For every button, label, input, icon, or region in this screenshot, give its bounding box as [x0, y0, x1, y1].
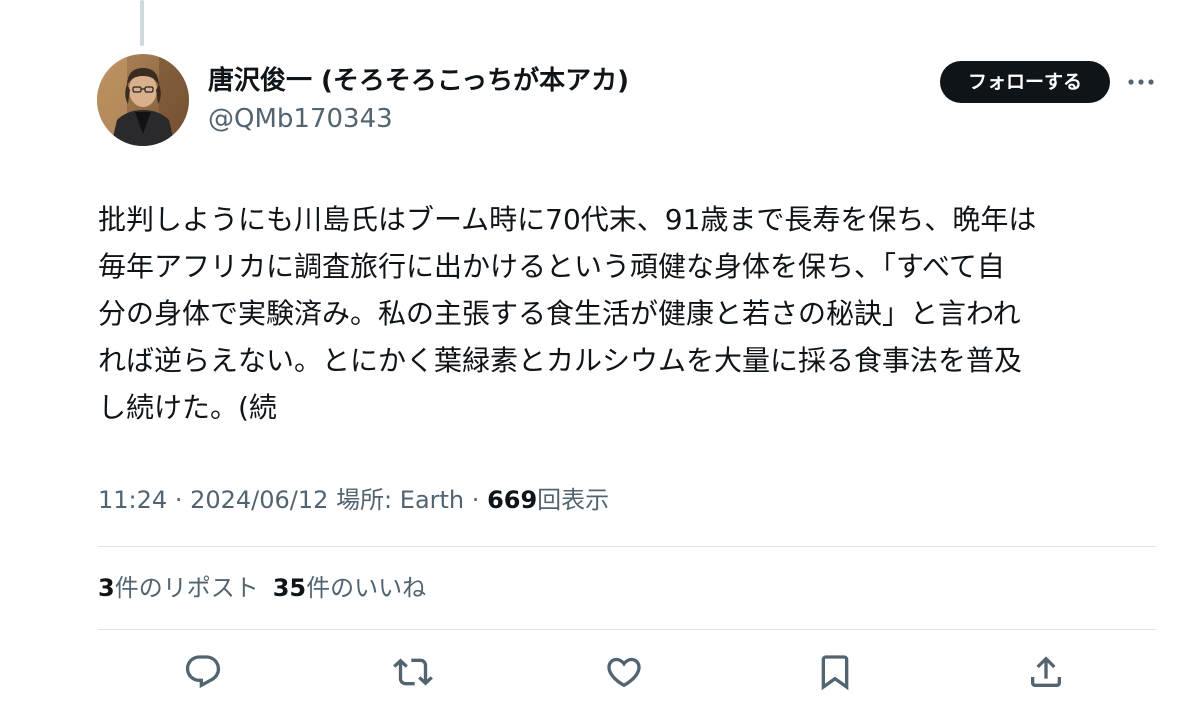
meta-separator: ·	[174, 486, 183, 514]
tweet-location: 場所: Earth	[336, 486, 465, 514]
follow-button[interactable]: フォローする	[940, 61, 1110, 103]
repost-icon	[393, 658, 433, 686]
tweet-stats: 3件のリポスト 35件のいいね	[98, 570, 426, 606]
tweet-time[interactable]: 11:24	[98, 486, 167, 514]
author-avatar[interactable]	[97, 54, 189, 146]
tweet-text: 批判しようにも川島氏はブーム時に70代末、91歳まで長寿を保ち、晩年は 毎年アフ…	[98, 196, 1158, 431]
tweet-text-line: 批判しようにも川島氏はブーム時に70代末、91歳まで長寿を保ち、晩年は	[98, 203, 1037, 236]
reposts-stat[interactable]: 3件のリポスト	[98, 574, 259, 602]
author-display-name[interactable]: 唐沢俊一 (そろそろこっちが本アカ)	[208, 62, 629, 100]
likes-count: 35	[272, 574, 307, 602]
meta-separator: ·	[471, 486, 480, 514]
views-count: 669	[487, 486, 538, 514]
tweet-date[interactable]: 2024/06/12	[190, 486, 328, 514]
author-handle[interactable]: @QMb170343	[208, 100, 393, 138]
tweet-text-line: 毎年アフリカに調査旅行に出かけるという頑健な身体を保ち、「すべて自	[98, 250, 1005, 283]
more-options-button[interactable]	[1126, 68, 1156, 96]
share-icon	[1031, 656, 1061, 687]
views-label: 回表示	[537, 486, 610, 514]
likes-label: 件のいいね	[306, 574, 427, 602]
tweet-text-line: し続けた。(続	[98, 391, 277, 424]
repost-button[interactable]	[393, 652, 433, 692]
reply-icon	[185, 655, 221, 689]
avatar-photo-icon	[97, 54, 189, 146]
tweet-meta: 11:24 · 2024/06/12 場所: Earth · 669回表示	[98, 482, 609, 518]
reposts-label: 件のリポスト	[114, 574, 259, 602]
tweet-text-line: 分の身体で実験済み。私の主張する食生活が健康と若さの秘訣」と言われ	[98, 297, 1021, 330]
thread-connector-line	[140, 0, 144, 46]
share-button[interactable]	[1026, 652, 1066, 692]
likes-stat[interactable]: 35件のいいね	[273, 574, 426, 602]
reply-button[interactable]	[183, 652, 223, 692]
divider	[98, 629, 1156, 630]
bookmark-button[interactable]	[815, 652, 855, 692]
like-button[interactable]	[604, 652, 644, 692]
divider	[98, 546, 1156, 547]
like-icon	[607, 657, 641, 688]
more-icon	[1128, 79, 1154, 85]
reposts-count: 3	[98, 574, 115, 602]
tweet-text-line: れば逆らえない。とにかく葉緑素とカルシウムを大量に採る食事法を普及	[98, 344, 1023, 377]
bookmark-icon	[821, 655, 849, 691]
